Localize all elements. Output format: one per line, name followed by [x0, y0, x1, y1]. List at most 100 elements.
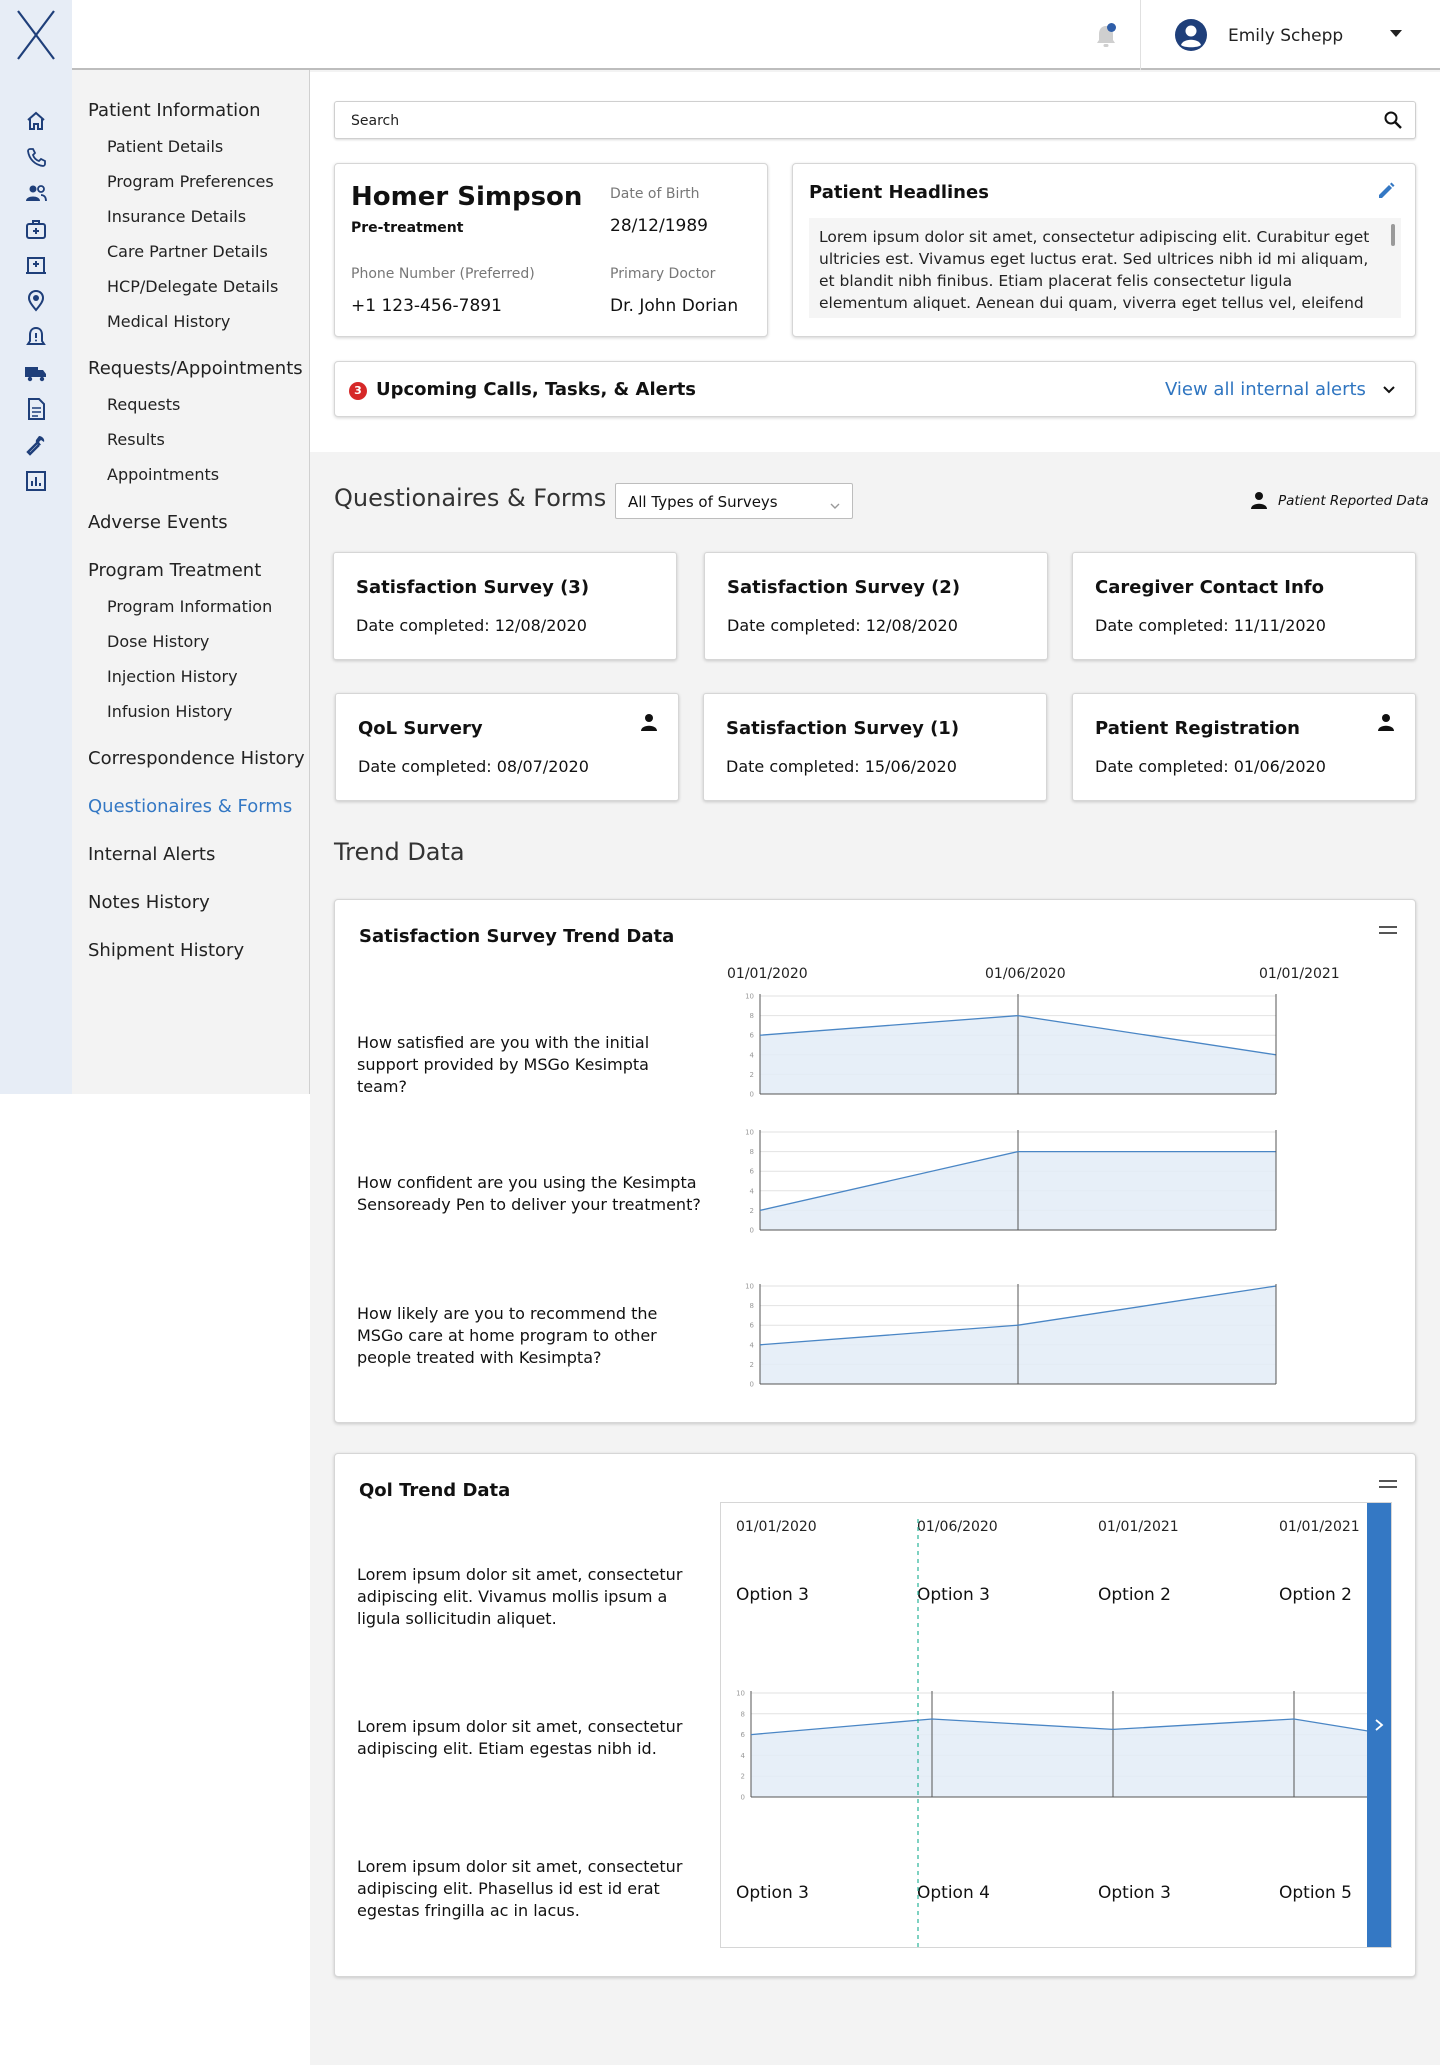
y-tick-label: 0 [750, 1091, 754, 1099]
user-menu-caret-icon[interactable] [1390, 30, 1402, 37]
qol-trend-title: Qol Trend Data [359, 1480, 511, 1501]
form-card-title: Patient Registration [1095, 718, 1300, 739]
nav-shipment-history[interactable]: Shipment History [88, 940, 244, 961]
headlines-scrollbar[interactable] [1391, 224, 1395, 246]
patient-status: Pre-treatment [351, 220, 464, 236]
trend-section-title: Trend Data [334, 838, 465, 866]
y-tick-label: 8 [750, 1148, 754, 1156]
hospital-icon[interactable] [23, 252, 49, 278]
alerts-title: Upcoming Calls, Tasks, & Alerts [376, 379, 697, 400]
location-pin-icon[interactable] [23, 288, 49, 314]
alerts-count-badge: 3 [349, 382, 367, 400]
trend-chart-2: 0 2 4 6 8 10 [745, 1129, 1277, 1234]
nav-program-treatment[interactable]: Program Treatment [88, 560, 261, 581]
form-card-date: Date completed: 15/06/2020 [726, 757, 957, 776]
y-tick-label: 0 [750, 1381, 754, 1389]
y-tick-label: 10 [745, 993, 754, 1001]
nav-notes-history[interactable]: Notes History [88, 892, 210, 913]
user-avatar-icon[interactable] [1174, 18, 1208, 52]
form-card[interactable]: QoL Survery Date completed: 08/07/2020 [335, 693, 679, 801]
view-all-alerts-link[interactable]: View all internal alerts [1165, 379, 1366, 400]
nav-medical-history[interactable]: Medical History [107, 312, 230, 331]
collapse-icon[interactable] [1379, 1480, 1397, 1488]
app-logo[interactable] [0, 0, 72, 70]
wrench-icon[interactable] [23, 432, 49, 458]
truck-icon[interactable] [23, 360, 49, 386]
nav-program-information[interactable]: Program Information [107, 597, 272, 616]
y-tick-label: 6 [750, 1032, 755, 1040]
forms-section-title: Questionaires & Forms [334, 484, 607, 512]
nav-hcp-delegate-details[interactable]: HCP/Delegate Details [107, 277, 278, 296]
y-tick-label: 10 [745, 1283, 754, 1291]
search-input[interactable]: Search [334, 101, 1416, 139]
nav-adverse-events[interactable]: Adverse Events [88, 512, 228, 533]
nav-infusion-history[interactable]: Infusion History [107, 702, 232, 721]
nav-questionnaires-forms[interactable]: Questionaires & Forms [88, 796, 292, 817]
form-card[interactable]: Satisfaction Survey (2) Date completed: … [704, 552, 1048, 660]
icon-rail [0, 70, 72, 1094]
y-tick-label: 4 [750, 1187, 755, 1195]
y-tick-label: 2 [750, 1207, 754, 1215]
nav-dose-history[interactable]: Dose History [107, 632, 209, 651]
nav-internal-alerts[interactable]: Internal Alerts [88, 844, 215, 865]
y-tick-label: 4 [750, 1341, 755, 1349]
nav-care-partner-details[interactable]: Care Partner Details [107, 242, 268, 261]
form-card[interactable]: Patient Registration Date completed: 01/… [1072, 693, 1416, 801]
date-tick: 01/01/2020 [736, 1519, 817, 1535]
header-divider [1140, 0, 1141, 70]
headlines-text: Lorem ipsum dolor sit amet, consectetur … [819, 228, 1370, 318]
chevron-right-icon [1375, 1719, 1384, 1731]
people-icon[interactable] [23, 180, 49, 206]
date-tick: 01/06/2020 [917, 1519, 998, 1535]
nav-injection-history[interactable]: Injection History [107, 667, 238, 686]
chevron-down-icon [830, 496, 840, 509]
search-icon[interactable] [1383, 110, 1403, 130]
doctor-value: Dr. John Dorian [610, 296, 739, 316]
report-chart-icon[interactable] [23, 468, 49, 494]
nav-insurance-details[interactable]: Insurance Details [107, 207, 246, 226]
phone-icon[interactable] [23, 144, 49, 170]
home-icon[interactable] [23, 108, 49, 134]
next-page-button[interactable] [1367, 1503, 1391, 1947]
document-icon[interactable] [23, 396, 49, 422]
chevron-down-icon[interactable] [1381, 382, 1397, 398]
user-name[interactable]: Emily Schepp [1228, 26, 1343, 46]
alerts-bar[interactable]: 3 Upcoming Calls, Tasks, & Alerts View a… [334, 361, 1416, 417]
alert-bell-icon[interactable] [23, 324, 49, 350]
y-tick-label: 2 [741, 1773, 745, 1781]
survey-type-select[interactable]: All Types of Surveys [615, 483, 853, 519]
search-label: Search [351, 113, 400, 129]
person-icon [1250, 490, 1268, 510]
form-card[interactable]: Caregiver Contact Info Date completed: 1… [1072, 552, 1416, 660]
y-tick-label: 8 [750, 1302, 754, 1310]
qol-answer: Option 2 [1098, 1585, 1171, 1605]
qol-trend-panel: 01/01/2020 01/06/2020 01/01/2021 01/01/2… [720, 1502, 1392, 1948]
notification-bell-icon[interactable] [1092, 22, 1120, 50]
nav-requests[interactable]: Requests [107, 395, 180, 414]
nav-patient-details[interactable]: Patient Details [107, 137, 223, 156]
phone-label: Phone Number (Preferred) [351, 266, 535, 282]
form-card-date: Date completed: 12/08/2020 [356, 616, 587, 635]
headlines-title: Patient Headlines [809, 182, 989, 203]
secondary-nav: Patient Information Patient Details Prog… [72, 70, 310, 1094]
qol-question: Lorem ipsum dolor sit amet, consectetur … [357, 1857, 683, 1920]
form-card[interactable]: Satisfaction Survey (1) Date completed: … [703, 693, 1047, 801]
blank-area [0, 1094, 310, 2065]
nav-appointments[interactable]: Appointments [107, 465, 219, 484]
patient-reported-legend: Patient Reported Data [1278, 493, 1429, 509]
y-tick-label: 10 [736, 1690, 745, 1698]
qol-answer: Option 3 [1098, 1883, 1171, 1903]
patient-card: Homer Simpson Pre-treatment Date of Birt… [334, 163, 768, 337]
nav-correspondence-history[interactable]: Correspondence History [88, 748, 305, 769]
headlines-text-box[interactable]: Lorem ipsum dolor sit amet, consectetur … [809, 218, 1401, 318]
edit-pencil-icon[interactable] [1375, 180, 1397, 202]
nav-patient-information[interactable]: Patient Information [88, 100, 261, 121]
nav-results[interactable]: Results [107, 430, 165, 449]
nav-requests-appointments[interactable]: Requests/Appointments [88, 358, 303, 379]
collapse-icon[interactable] [1379, 926, 1397, 934]
nav-program-preferences[interactable]: Program Preferences [107, 172, 274, 191]
trend-chart-1: 0 2 4 6 8 10 [745, 993, 1277, 1099]
form-card-title: Satisfaction Survey (3) [356, 577, 590, 598]
form-card[interactable]: Satisfaction Survey (3) Date completed: … [333, 552, 677, 660]
medical-kit-icon[interactable] [23, 216, 49, 242]
